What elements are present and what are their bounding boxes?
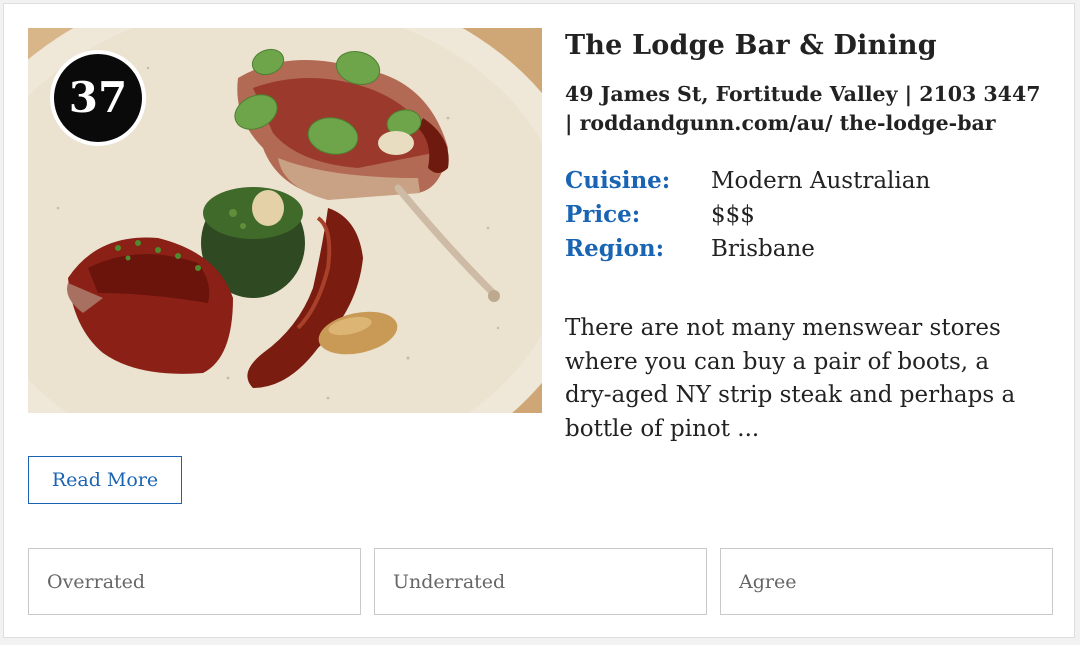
- detail-row-region: Region: Brisbane: [565, 232, 1055, 266]
- read-more-button[interactable]: Read More: [28, 456, 182, 504]
- cuisine-value: Modern Australian: [711, 168, 931, 194]
- price-value: $$$: [711, 202, 755, 228]
- overrated-button[interactable]: Overrated: [28, 548, 361, 615]
- restaurant-address: 49 James St, Fortitude Valley | 2103 344…: [565, 82, 1041, 135]
- underrated-button[interactable]: Underrated: [374, 548, 707, 615]
- rank-badge: 37: [50, 50, 146, 146]
- detail-row-price: Price: $$$: [565, 198, 1055, 232]
- dish-photo: 37: [28, 28, 542, 413]
- restaurant-name: The Lodge Bar & Dining: [565, 30, 937, 61]
- detail-row-cuisine: Cuisine: Modern Australian: [565, 164, 1055, 198]
- region-value: Brisbane: [711, 236, 815, 262]
- details-list: Cuisine: Modern Australian Price: $$$ Regi…: [565, 164, 1055, 266]
- agree-button[interactable]: Agree: [720, 548, 1053, 615]
- region-label: Region:: [565, 235, 665, 262]
- price-label: Price:: [565, 201, 641, 228]
- cuisine-label: Cuisine:: [565, 167, 671, 194]
- restaurant-card: 37 The Lodge Bar & Dining 49 James St, F…: [3, 3, 1075, 638]
- review-excerpt: There are not many menswear stores where…: [565, 315, 1016, 442]
